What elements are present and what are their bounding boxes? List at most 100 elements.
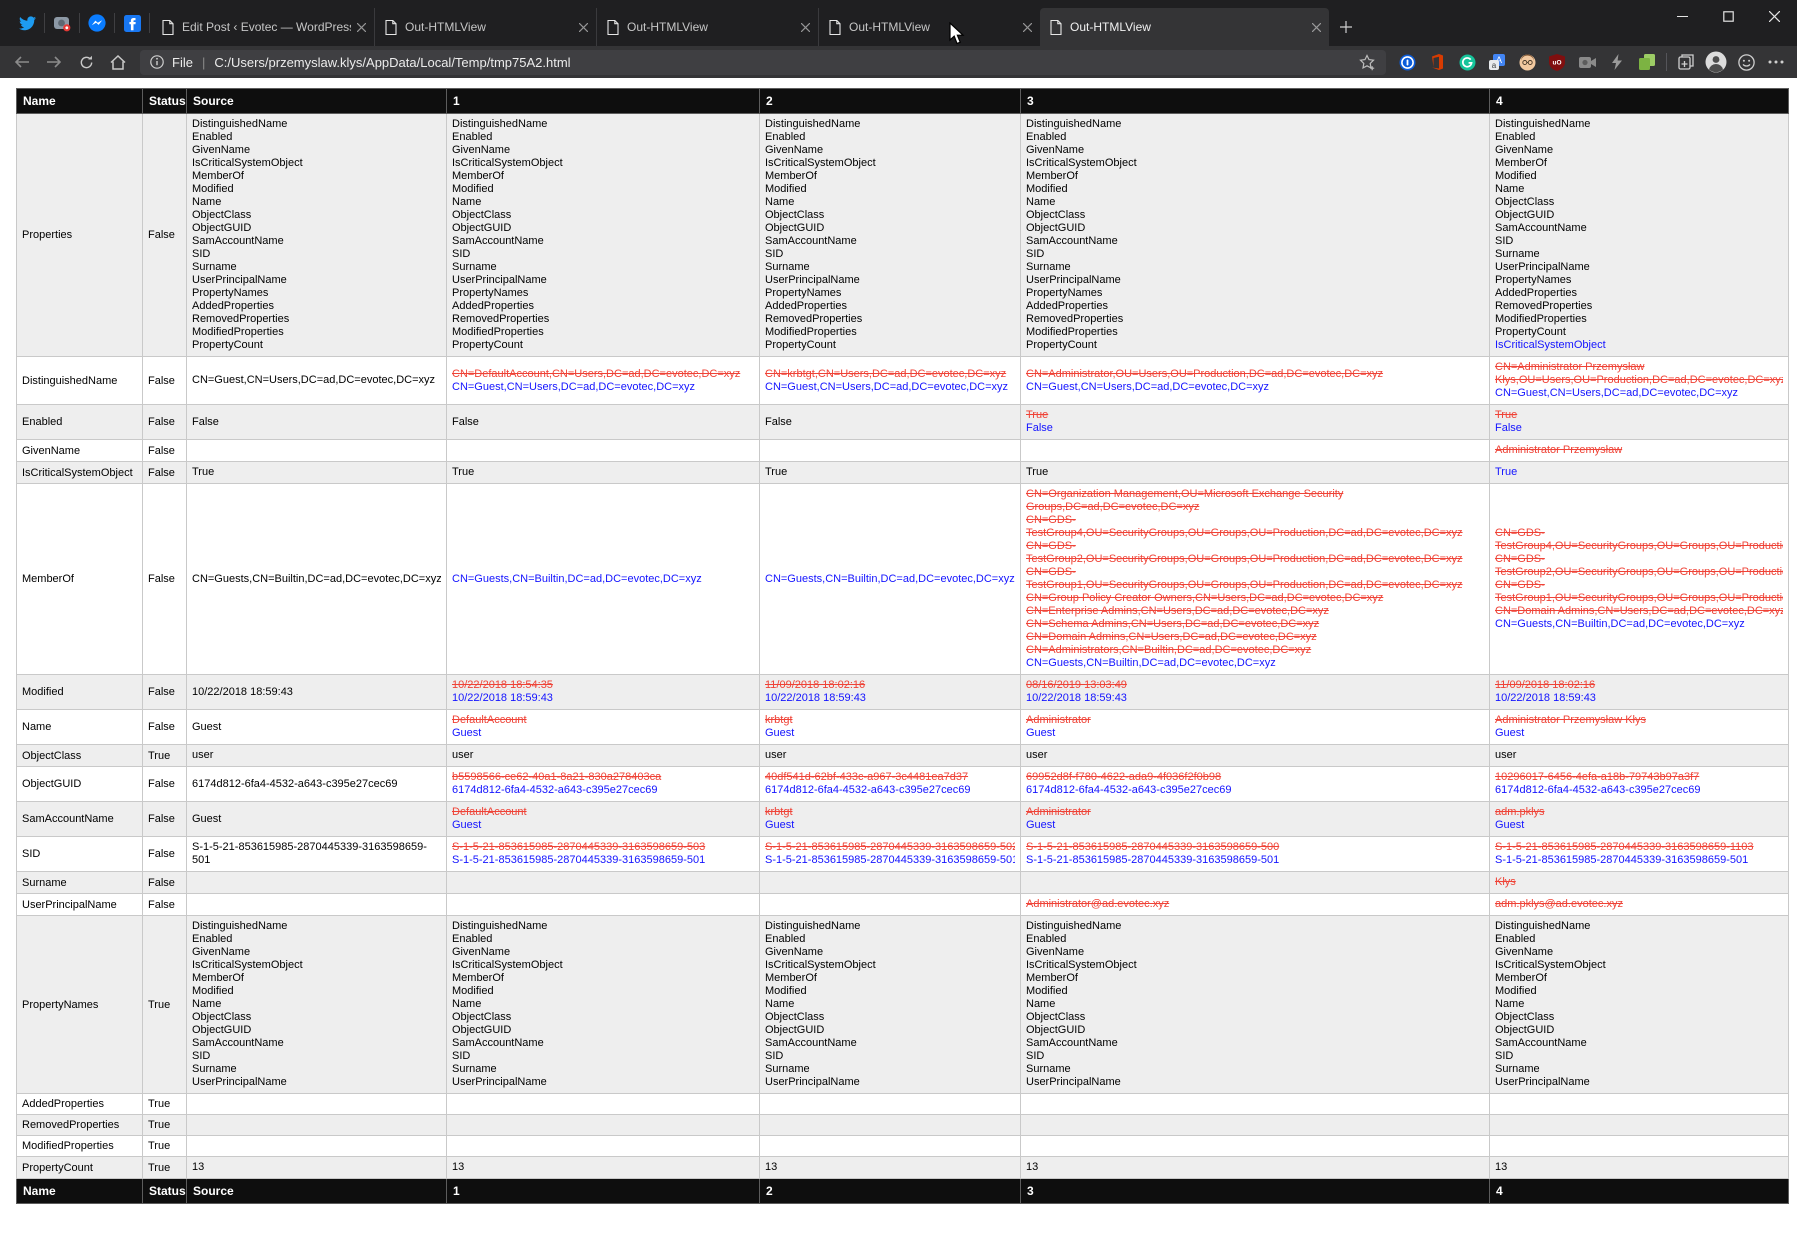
tab-1[interactable]: Edit Post ‹ Evotec — WordPress — [152, 8, 374, 46]
value-cell: CN=Administrator PrzemysławKłys,OU=Users… — [1490, 357, 1789, 405]
table-row: RemovedPropertiesTrue — [17, 1115, 1789, 1136]
page-favicon-icon — [829, 20, 841, 35]
property-name-cell: ObjectClass — [17, 745, 143, 767]
facebook-icon[interactable] — [117, 0, 147, 46]
property-name-cell: MemberOf — [17, 484, 143, 675]
collections-icon[interactable] — [1671, 48, 1701, 76]
tab-title: Out-HTMLView — [849, 20, 1017, 34]
sidepages-extension-icon[interactable] — [1632, 48, 1662, 76]
value-cell: 11/09/2018 18:02:1610/22/2018 18:59:43 — [1490, 675, 1789, 710]
value-cell: CN=Guest,CN=Users,DC=ad,DC=evotec,DC=xyz — [187, 357, 447, 405]
tab-close-icon[interactable] — [801, 23, 810, 32]
messenger-icon[interactable] — [82, 0, 112, 46]
table-row: MemberOfFalseCN=Guests,CN=Builtin,DC=ad,… — [17, 484, 1789, 675]
tab-2[interactable]: Out-HTMLView — [374, 8, 596, 46]
avatar-extension-icon[interactable] — [1512, 48, 1542, 76]
property-name-cell: Surname — [17, 872, 143, 894]
status-cell: False — [143, 462, 187, 484]
profile-avatar[interactable] — [1701, 48, 1731, 76]
table-row: DistinguishedNameFalseCN=Guest,CN=Users,… — [17, 357, 1789, 405]
property-name-cell: SID — [17, 837, 143, 872]
close-window-button[interactable] — [1751, 0, 1797, 32]
page-favicon-icon — [1050, 20, 1062, 35]
minimize-button[interactable] — [1659, 0, 1705, 32]
property-name-cell: Properties — [17, 114, 143, 357]
translate-extension-icon[interactable]: Aa — [1482, 48, 1512, 76]
tab-close-icon[interactable] — [1312, 23, 1321, 32]
forward-button[interactable] — [38, 48, 70, 76]
value-cell: 11/09/2018 18:02:1610/22/2018 18:59:43 — [760, 675, 1021, 710]
table-row: IsCriticalSystemObjectFalseTrueTrueTrueT… — [17, 462, 1789, 484]
onepassword-extension-icon[interactable] — [1392, 48, 1422, 76]
value-cell: DistinguishedNameEnabledGivenNameIsCriti… — [447, 114, 760, 357]
column-header: 1 — [447, 89, 760, 114]
value-cell: DistinguishedNameEnabledGivenNameIsCriti… — [1490, 916, 1789, 1094]
favorite-star-icon[interactable] — [1359, 54, 1376, 71]
feedback-smiley-icon[interactable] — [1731, 48, 1761, 76]
property-name-cell: ModifiedProperties — [17, 1136, 143, 1157]
property-name-cell: SamAccountName — [17, 802, 143, 837]
tab-4[interactable]: Out-HTMLView — [818, 8, 1040, 46]
value-cell: 13 — [1490, 1157, 1789, 1179]
status-cell: False — [143, 440, 187, 462]
column-header: 2 — [760, 89, 1021, 114]
value-cell: Kłys — [1490, 872, 1789, 894]
address-field[interactable]: File | C:/Users/przemyslaw.klys/AppData/… — [140, 50, 1386, 75]
office-extension-icon[interactable] — [1422, 48, 1452, 76]
more-menu-button[interactable] — [1761, 48, 1791, 76]
value-cell — [187, 1115, 447, 1136]
value-cell: Administrator@ad.evotec.xyz — [1021, 894, 1490, 916]
value-cell: 13 — [447, 1157, 760, 1179]
value-cell: adm.pklys@ad.evotec.xyz — [1490, 894, 1789, 916]
value-cell: 6174d812-6fa4-4532-a643-c395e27cec69 — [187, 767, 447, 802]
grammarly-extension-icon[interactable] — [1452, 48, 1482, 76]
column-footer: Status — [143, 1179, 187, 1204]
value-cell: 10296017-6456-4efa-a18b-79743b97a3f76174… — [1490, 767, 1789, 802]
status-cell: False — [143, 114, 187, 357]
status-cell: True — [143, 1157, 187, 1179]
back-button[interactable] — [6, 48, 38, 76]
maximize-button[interactable] — [1705, 0, 1751, 32]
tab-close-icon[interactable] — [1023, 23, 1032, 32]
value-cell: CN=GDS-TestGroup4,OU=SecurityGroups,OU=G… — [1490, 484, 1789, 675]
property-name-cell: AddedProperties — [17, 1094, 143, 1115]
home-button[interactable] — [102, 48, 134, 76]
status-cell: True — [143, 1115, 187, 1136]
status-cell: False — [143, 357, 187, 405]
lightning-extension-icon[interactable] — [1602, 48, 1632, 76]
status-cell: True — [143, 1136, 187, 1157]
value-cell: DistinguishedNameEnabledGivenNameIsCriti… — [187, 916, 447, 1094]
table-footer-row: NameStatusSource1234 — [17, 1179, 1789, 1204]
ublock-extension-icon[interactable]: uO — [1542, 48, 1572, 76]
camera-app-icon[interactable] — [47, 0, 77, 46]
value-cell: CN=krbtgt,CN=Users,DC=ad,DC=evotec,DC=xy… — [760, 357, 1021, 405]
tab-3[interactable]: Out-HTMLView — [596, 8, 818, 46]
extension-icons: Aa uO — [1392, 48, 1791, 76]
value-cell — [1021, 1094, 1490, 1115]
value-cell: 10/22/2018 18:54:3510/22/2018 18:59:43 — [447, 675, 760, 710]
refresh-button[interactable] — [70, 48, 102, 76]
value-cell: 13 — [1021, 1157, 1490, 1179]
value-cell: S-1-5-21-853615985-2870445339-3163598659… — [1490, 837, 1789, 872]
value-cell: krbtgtGuest — [760, 802, 1021, 837]
tab-5[interactable]: Out-HTMLView — [1040, 8, 1329, 46]
url-text: C:/Users/przemyslaw.klys/AppData/Local/T… — [214, 55, 1359, 70]
table-row: PropertiesFalse DistinguishedNameEnabledG… — [17, 114, 1789, 357]
browser-window: Edit Post ‹ Evotec — WordPressOut-HTMLVi… — [0, 0, 1797, 1257]
twitter-icon[interactable] — [12, 0, 42, 46]
value-cell — [447, 872, 760, 894]
tab-close-icon[interactable] — [579, 23, 588, 32]
address-toolbar: File | C:/Users/przemyslaw.klys/AppData/… — [0, 46, 1797, 78]
value-cell: False — [187, 405, 447, 440]
new-tab-button[interactable] — [1329, 8, 1363, 46]
column-header: Name — [17, 89, 143, 114]
camera-extension-icon[interactable] — [1572, 48, 1602, 76]
value-cell: False — [760, 405, 1021, 440]
value-cell: user — [760, 745, 1021, 767]
value-cell: CN=Guests,CN=Builtin,DC=ad,DC=evotec,DC=… — [187, 484, 447, 675]
property-name-cell: PropertyCount — [17, 1157, 143, 1179]
tab-title: Out-HTMLView — [1070, 20, 1306, 34]
property-name-cell: Name — [17, 710, 143, 745]
value-cell: 13 — [760, 1157, 1021, 1179]
tab-close-icon[interactable] — [357, 23, 366, 32]
